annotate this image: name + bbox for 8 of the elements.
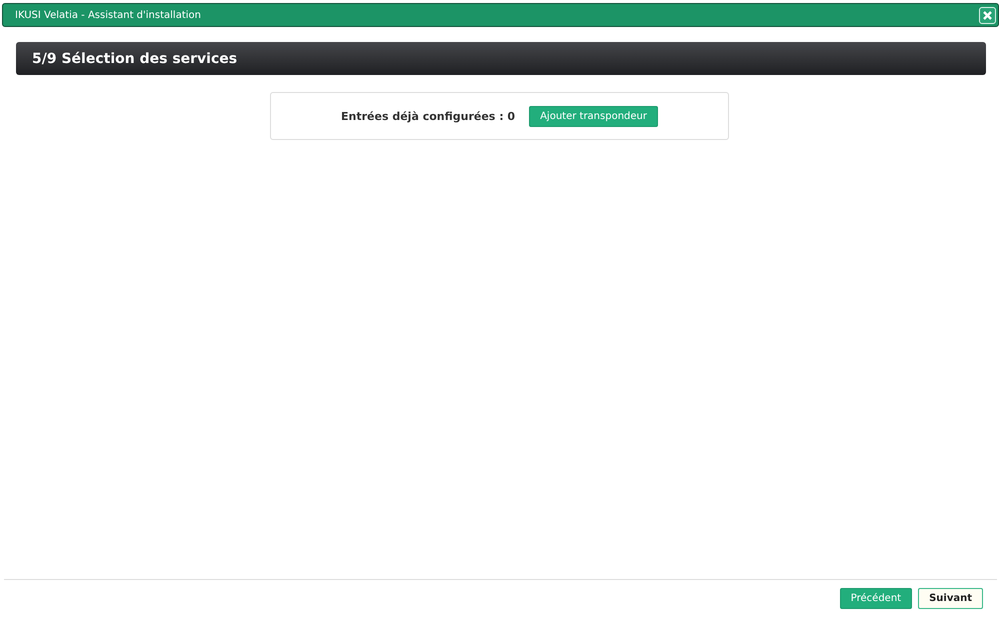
close-icon <box>983 10 992 20</box>
entries-label: Entrées déjà configurées : 0 <box>341 110 516 122</box>
window-title: IKUSI Velatia - Assistant d'installation <box>15 10 201 20</box>
add-transponder-button[interactable]: Ajouter transpondeur <box>529 106 658 126</box>
next-button[interactable]: Suivant <box>918 588 983 609</box>
step-title: 5/9 Sélection des services <box>32 50 238 66</box>
close-button[interactable] <box>979 6 996 24</box>
previous-button[interactable]: Précédent <box>840 588 912 609</box>
